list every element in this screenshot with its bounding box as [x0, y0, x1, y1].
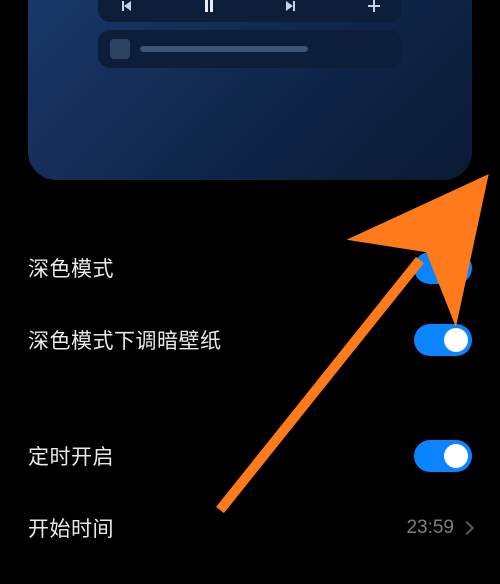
preview-list-widget [98, 30, 402, 68]
dim-wallpaper-label: 深色模式下调暗壁纸 [28, 325, 222, 355]
row-dim-wallpaper: 深色模式下调暗壁纸 [28, 304, 472, 376]
skip-next-icon [283, 0, 299, 14]
schedule-label: 定时开启 [28, 441, 114, 471]
toggle-knob [444, 444, 468, 468]
start-time-label: 开始时间 [28, 513, 114, 543]
preview-card [28, 0, 472, 180]
dark-mode-toggle[interactable] [414, 252, 472, 284]
toggle-knob [444, 256, 468, 280]
start-time-value: 23:59 [406, 517, 454, 539]
settings-list: 深色模式 深色模式下调暗壁纸 定时开启 开始时间 23:59 [0, 190, 500, 564]
row-dark-mode: 深色模式 [28, 232, 472, 304]
schedule-toggle[interactable] [414, 440, 472, 472]
dark-mode-label: 深色模式 [28, 253, 114, 283]
row-schedule: 定时开启 [28, 420, 472, 492]
pause-icon [201, 0, 217, 14]
dark-mode-preview [28, 0, 472, 190]
plus-icon [366, 0, 382, 14]
preview-music-widget [98, 0, 402, 22]
dim-wallpaper-toggle[interactable] [414, 324, 472, 356]
chevron-right-icon [460, 521, 474, 535]
row-start-time[interactable]: 开始时间 23:59 [28, 492, 472, 564]
skip-previous-icon [118, 0, 134, 14]
toggle-knob [444, 328, 468, 352]
